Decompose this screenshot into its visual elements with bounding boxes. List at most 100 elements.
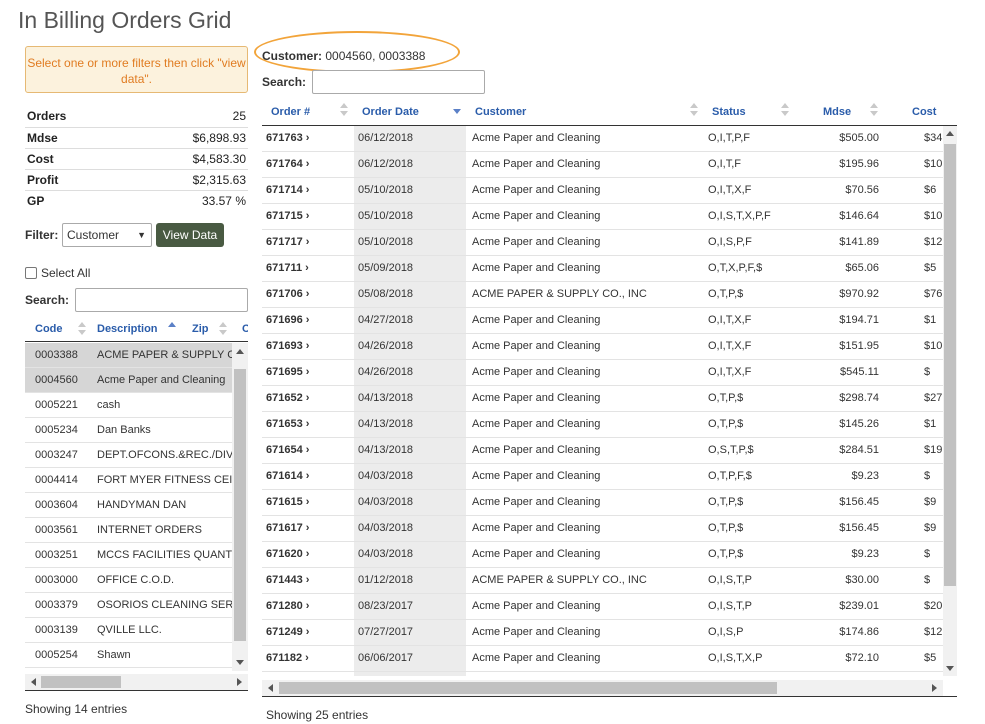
select-all-checkbox[interactable] [25, 267, 37, 279]
order-row[interactable]: 671695 › 04/26/2018 Acme Paper and Cleanin… [262, 360, 943, 386]
view-data-button[interactable]: View Data [156, 223, 224, 247]
col-c[interactable]: C [242, 323, 248, 335]
orders-vertical-scrollbar[interactable] [943, 126, 957, 676]
customer-row[interactable]: 0003379 OSORIOS CLEANING SER [25, 593, 232, 618]
customer-row[interactable]: 0003388 ACME PAPER & SUPPLY C [25, 343, 232, 368]
customer-row[interactable]: 0003139 QVILLE LLC. [25, 618, 232, 643]
order-row[interactable]: 671615 › 04/03/2018 Acme Paper and Cleanin… [262, 490, 943, 516]
order-row[interactable]: 671249 › 07/27/2017 Acme Paper and Cleanin… [262, 620, 943, 646]
orders-search-input[interactable] [312, 70, 485, 94]
col-order-date[interactable]: Order Date [362, 106, 419, 118]
col-cost[interactable]: Cost [912, 106, 936, 118]
scroll-thumb[interactable] [279, 682, 777, 694]
order-row[interactable]: 671763 › 06/12/2018 Acme Paper and Cleanin… [262, 126, 943, 152]
order-row[interactable]: 671620 › 04/03/2018 Acme Paper and Cleanin… [262, 542, 943, 568]
customer-vertical-scrollbar[interactable] [232, 343, 248, 671]
scroll-thumb[interactable] [234, 369, 246, 641]
col-zip[interactable]: Zip [192, 323, 209, 335]
col-code[interactable]: Code [35, 323, 63, 335]
col-status[interactable]: Status [712, 106, 746, 118]
order-row[interactable]: 671182 › 06/06/2017 Acme Paper and Cleanin… [262, 646, 943, 672]
customer-row[interactable]: 0003604 HANDYMAN DAN [25, 493, 232, 518]
order-number-link[interactable]: 671764 › [266, 158, 309, 170]
order-number-link[interactable]: 671714 › [266, 184, 309, 196]
sort-icon[interactable] [781, 103, 789, 117]
sort-icon[interactable] [870, 103, 878, 117]
col-mdse[interactable]: Mdse [823, 106, 851, 118]
order-row[interactable]: 671654 › 04/13/2018 Acme Paper and Cleanin… [262, 438, 943, 464]
order-number-link[interactable]: 671280 › [266, 600, 309, 612]
order-number-link[interactable]: 671654 › [266, 444, 309, 456]
order-number-link[interactable]: 671763 › [266, 132, 309, 144]
order-row[interactable]: 671706 › 05/08/2018 ACME PAPER & SUPPLY CO… [262, 282, 943, 308]
scroll-right-icon[interactable] [237, 678, 242, 686]
customer-row[interactable]: 0003561 INTERNET ORDERS [25, 518, 232, 543]
sort-asc-icon[interactable] [168, 322, 176, 336]
order-number-link[interactable]: 671443 › [266, 574, 309, 586]
order-cost: $10 [924, 158, 943, 170]
sort-icon[interactable] [78, 322, 86, 336]
scroll-right-icon[interactable] [932, 684, 937, 692]
customer-row[interactable]: 0003000 OFFICE C.O.D. [25, 568, 232, 593]
scroll-down-icon[interactable] [236, 660, 244, 665]
scroll-thumb[interactable] [944, 144, 956, 586]
order-number-link[interactable]: 671652 › [266, 392, 309, 404]
order-number-link[interactable]: 671696 › [266, 314, 309, 326]
orders-horizontal-scrollbar[interactable] [262, 680, 943, 696]
scroll-up-icon[interactable] [236, 349, 244, 354]
sort-icon[interactable] [340, 103, 348, 117]
order-row[interactable]: 671764 › 06/12/2018 Acme Paper and Cleanin… [262, 152, 943, 178]
customer-row[interactable]: 0004414 FORT MYER FITNESS CEI [25, 468, 232, 493]
sort-desc-icon[interactable] [453, 103, 461, 117]
order-number-link[interactable]: 671617 › [266, 522, 309, 534]
order-row[interactable]: 671614 › 04/03/2018 Acme Paper and Cleanin… [262, 464, 943, 490]
order-number-link[interactable]: 671715 › [266, 210, 309, 222]
customer-row[interactable]: 0005221 cash [25, 393, 232, 418]
customer-search-input[interactable] [75, 288, 248, 312]
order-number-link[interactable]: 671182 › [266, 652, 309, 664]
order-date: 04/13/2018 [358, 418, 414, 430]
order-row[interactable]: 671617 › 04/03/2018 Acme Paper and Cleanin… [262, 516, 943, 542]
select-all[interactable]: Select All [25, 266, 90, 280]
sort-icon[interactable] [690, 103, 698, 117]
order-mdse: $72.10 [845, 652, 879, 664]
col-customer[interactable]: Customer [475, 106, 526, 118]
customer-row[interactable]: 0004560 Acme Paper and Cleaning [25, 368, 232, 393]
scroll-down-icon[interactable] [946, 666, 954, 671]
order-row[interactable]: 671443 › 01/12/2018 ACME PAPER & SUPPLY CO… [262, 568, 943, 594]
col-order-number[interactable]: Order # [271, 106, 310, 118]
summary-row: Profit $2,315.63 [25, 168, 248, 190]
order-number-link[interactable]: 671615 › [266, 496, 309, 508]
sort-icon[interactable] [219, 322, 227, 336]
filter-select[interactable]: Customer ▼ [62, 223, 152, 247]
order-number-link[interactable]: 671706 › [266, 288, 309, 300]
scroll-up-icon[interactable] [946, 131, 954, 136]
scroll-left-icon[interactable] [31, 678, 36, 686]
order-row[interactable]: 671711 › 05/09/2018 Acme Paper and Cleanin… [262, 256, 943, 282]
customer-horizontal-scrollbar[interactable] [25, 674, 248, 690]
order-row[interactable]: 671280 › 08/23/2017 Acme Paper and Cleanin… [262, 594, 943, 620]
order-row[interactable]: 671693 › 04/26/2018 Acme Paper and Cleanin… [262, 334, 943, 360]
customer-row[interactable]: 0005234 Dan Banks [25, 418, 232, 443]
order-number-link[interactable]: 671620 › [266, 548, 309, 560]
customer-row[interactable]: 0005254 Shawn [25, 643, 232, 668]
order-number-link[interactable]: 671249 › [266, 626, 309, 638]
customer-row[interactable]: 0003251 MCCS FACILITIES QUANT [25, 543, 232, 568]
order-number-link[interactable]: 671653 › [266, 418, 309, 430]
col-description[interactable]: Description [97, 323, 158, 335]
scroll-thumb[interactable] [41, 676, 121, 688]
order-row[interactable]: 671696 › 04/27/2018 Acme Paper and Cleanin… [262, 308, 943, 334]
order-number-link[interactable]: 671711 › [266, 262, 309, 274]
order-number-link[interactable]: 671695 › [266, 366, 309, 378]
summary-value: 25 [232, 109, 246, 124]
order-row[interactable]: 671715 › 05/10/2018 Acme Paper and Cleanin… [262, 204, 943, 230]
order-number-link[interactable]: 671693 › [266, 340, 309, 352]
order-row[interactable]: 671653 › 04/13/2018 Acme Paper and Cleanin… [262, 412, 943, 438]
order-row[interactable]: 671714 › 05/10/2018 Acme Paper and Cleanin… [262, 178, 943, 204]
customer-row[interactable]: 0003247 DEPT.OFCONS.&REC./DIV [25, 443, 232, 468]
scroll-left-icon[interactable] [268, 684, 273, 692]
order-number-link[interactable]: 671614 › [266, 470, 309, 482]
order-number-link[interactable]: 671717 › [266, 236, 309, 248]
order-row[interactable]: 671717 › 05/10/2018 Acme Paper and Cleanin… [262, 230, 943, 256]
order-row[interactable]: 671652 › 04/13/2018 Acme Paper and Cleanin… [262, 386, 943, 412]
